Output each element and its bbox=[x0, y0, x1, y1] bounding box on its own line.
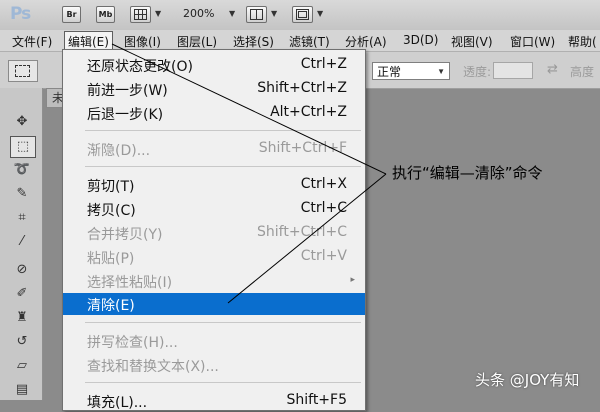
callout-line-clear-item bbox=[227, 173, 387, 304]
annotation-label: 执行“编辑—清除”命令 bbox=[392, 164, 543, 182]
callout-line-edit-menu bbox=[111, 43, 387, 175]
annotation-lines bbox=[111, 43, 387, 304]
watermark: 头条 @JOY有知 bbox=[475, 371, 580, 389]
